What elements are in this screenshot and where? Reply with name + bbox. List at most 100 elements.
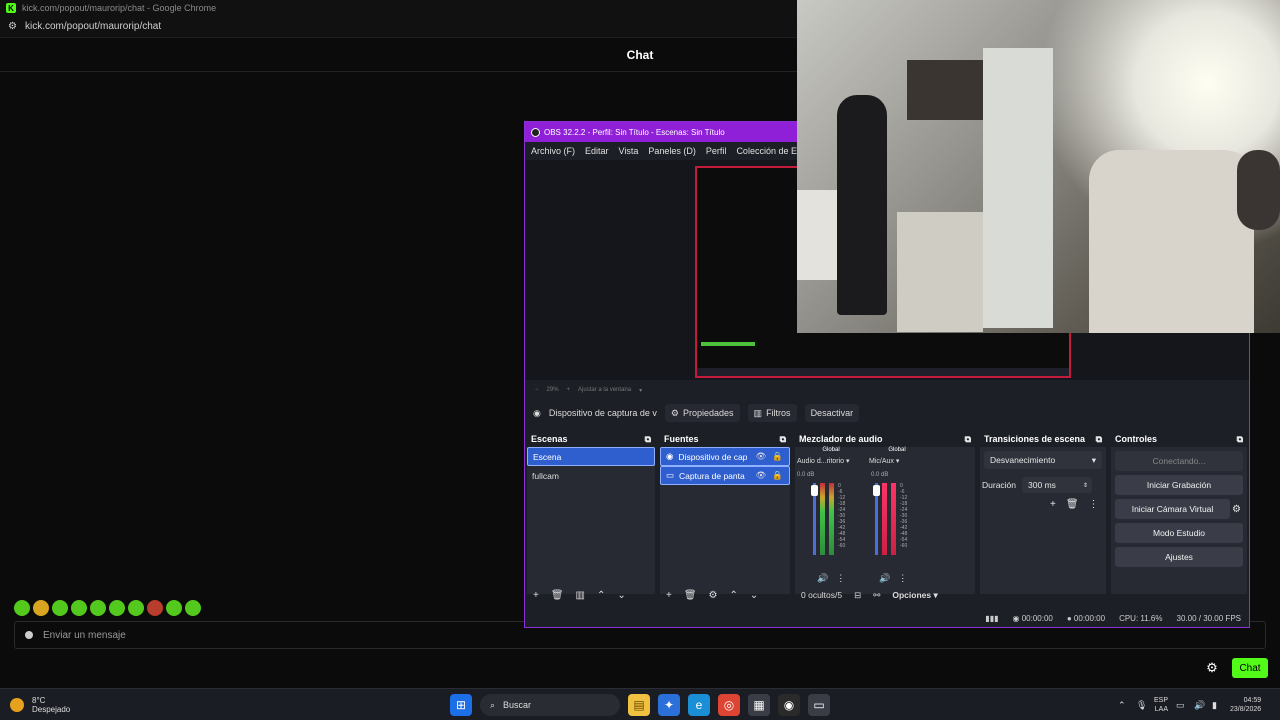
emote-icon[interactable]: [71, 600, 87, 616]
dock-float-icon[interactable]: ⧉: [645, 434, 651, 445]
chat-send-button[interactable]: Chat: [1232, 658, 1268, 678]
move-up-icon[interactable]: ⌃: [730, 590, 738, 601]
lock-icon[interactable]: 🔒: [772, 470, 783, 481]
trash-icon[interactable]: 🗑: [551, 590, 564, 601]
taskbar-apps: ⊞ ⌕ Buscar ▤ ✦ e ◎ ▦ ◉ ▭: [450, 692, 830, 718]
weather-condition: Despejado: [32, 705, 71, 714]
microphone-icon[interactable]: 🎙: [1136, 700, 1147, 710]
start-menu-icon[interactable]: ⊞: [450, 694, 472, 716]
copilot-icon[interactable]: ✦: [658, 694, 680, 716]
site-info-icon[interactable]: ⚙: [8, 21, 17, 32]
taskbar-search[interactable]: ⌕ Buscar: [480, 694, 620, 716]
emote-icon[interactable]: [109, 600, 125, 616]
more-icon[interactable]: ⋮: [1089, 499, 1099, 510]
dock-float-icon[interactable]: ⧉: [780, 434, 786, 445]
edge-icon[interactable]: e: [688, 694, 710, 716]
filter-icon[interactable]: ▥: [576, 590, 585, 601]
obs-icon[interactable]: ◉: [778, 694, 800, 716]
source-item-capture-device[interactable]: ◉ Dispositivo de cap 👁 🔒: [660, 447, 790, 466]
chat-mode-icon[interactable]: [25, 631, 33, 639]
emote-icon[interactable]: [128, 600, 144, 616]
scenes-list: Escena fullcam: [527, 447, 655, 594]
chrome-icon[interactable]: ◎: [718, 694, 740, 716]
language-indicator[interactable]: ESP LAA: [1154, 696, 1168, 714]
clock[interactable]: 04:59 23/8/2026: [1230, 696, 1261, 714]
fader-knob[interactable]: [811, 485, 818, 496]
menu-vista[interactable]: Vista: [619, 146, 639, 156]
chevron-down-icon[interactable]: ▾: [639, 387, 642, 394]
trash-icon[interactable]: 🗑: [684, 590, 697, 601]
channel-menu-icon[interactable]: ⋮: [898, 573, 907, 584]
studio-mode-button[interactable]: Modo Estudio: [1115, 523, 1243, 543]
zoom-out-icon[interactable]: −: [535, 387, 539, 393]
start-virtual-camera-button[interactable]: Iniciar Cámara Virtual: [1115, 499, 1231, 519]
weather-widget[interactable]: 8°C Despejado: [10, 692, 70, 718]
link-icon[interactable]: ⚯: [873, 590, 880, 601]
transition-select[interactable]: Desvanecimiento ▾: [984, 451, 1102, 469]
volume-fader[interactable]: [811, 483, 818, 555]
settings-button[interactable]: Ajustes: [1115, 547, 1243, 567]
channel-name[interactable]: Mic/Aux ▾: [869, 457, 929, 465]
menu-paneles[interactable]: Paneles (D): [648, 146, 696, 156]
eye-icon[interactable]: 👁: [756, 470, 767, 481]
emote-icon[interactable]: [90, 600, 106, 616]
channel-1-meter: 0 -6 -12 -18 -24 -30 -36 -42 -48 -54 -60: [811, 483, 845, 555]
window-icon[interactable]: ▭: [808, 694, 830, 716]
menu-perfil[interactable]: Perfil: [706, 146, 727, 156]
fader-knob[interactable]: [873, 485, 880, 496]
move-down-icon[interactable]: ⌄: [750, 590, 758, 601]
emote-icon[interactable]: [147, 600, 163, 616]
chat-settings-gear-icon[interactable]: ⚙: [1204, 660, 1220, 676]
file-explorer-icon[interactable]: ▤: [628, 694, 650, 716]
layout-icon[interactable]: ⊟: [854, 590, 861, 601]
dock-float-icon[interactable]: ⧉: [965, 434, 971, 445]
emote-icon[interactable]: [14, 600, 30, 616]
scene-item-fullcam[interactable]: fullcam: [527, 466, 655, 485]
scene-item-escena[interactable]: Escena: [527, 447, 655, 466]
move-down-icon[interactable]: ⌄: [617, 590, 625, 601]
channel-name[interactable]: Audio d...ritorio ▾: [797, 457, 865, 465]
zoom-in-icon[interactable]: +: [567, 387, 571, 393]
battery-icon[interactable]: ▮: [1212, 700, 1222, 710]
menu-editar[interactable]: Editar: [585, 146, 609, 156]
dock-float-icon[interactable]: ⧉: [1237, 434, 1243, 445]
duration-input[interactable]: 300 ms ⇕: [1022, 477, 1093, 493]
system-tray: ⌃ 🎙 ESP LAA ▭ 🔊 ▮ 04:59 23/8/2026: [1118, 692, 1261, 718]
volume-fader[interactable]: [873, 483, 880, 555]
source-item-screen-capture[interactable]: ▭ Captura de panta 👁 🔒: [660, 466, 790, 485]
gear-icon: ⚙: [670, 407, 679, 418]
display-icon[interactable]: ▭: [1176, 700, 1186, 710]
channel-menu-icon[interactable]: ⋮: [836, 573, 845, 584]
add-icon[interactable]: +: [666, 590, 672, 601]
speaker-icon[interactable]: 🔊: [1194, 700, 1205, 710]
channel-name-text: Audio d...ritorio: [797, 458, 845, 465]
move-up-icon[interactable]: ⌃: [597, 590, 605, 601]
fit-to-window[interactable]: Ajustar a la ventana: [578, 387, 631, 393]
chevron-up-icon[interactable]: ⌃: [1118, 700, 1128, 710]
virtual-camera-gear-icon[interactable]: ⚙: [1232, 504, 1241, 515]
url-text[interactable]: kick.com/popout/maurorip/chat: [25, 21, 161, 32]
emote-icon[interactable]: [33, 600, 49, 616]
add-icon[interactable]: +: [533, 590, 539, 601]
gear-icon[interactable]: ⚙: [709, 590, 718, 601]
start-recording-button[interactable]: Iniciar Grabación: [1115, 475, 1243, 495]
stream-connecting-button[interactable]: Conectando...: [1115, 451, 1243, 471]
eye-icon[interactable]: 👁: [756, 451, 767, 462]
options-button[interactable]: Opciones ▾: [892, 590, 937, 601]
emote-icon[interactable]: [166, 600, 182, 616]
menu-archivo[interactable]: Archivo (F): [531, 146, 575, 156]
deactivate-button[interactable]: Desactivar: [804, 404, 860, 422]
lock-icon[interactable]: 🔒: [772, 451, 783, 462]
filters-button[interactable]: ▥ Filtros: [747, 404, 797, 422]
store-icon[interactable]: ▦: [748, 694, 770, 716]
speaker-icon[interactable]: 🔊: [879, 573, 890, 584]
emote-icon[interactable]: [52, 600, 68, 616]
chat-input-placeholder[interactable]: Enviar un mensaje: [43, 630, 126, 641]
add-icon[interactable]: +: [1050, 499, 1056, 510]
properties-button[interactable]: ⚙ Propiedades: [664, 404, 740, 422]
speaker-icon[interactable]: 🔊: [817, 573, 828, 584]
address-bar[interactable]: ⚙ kick.com/popout/maurorip/chat: [0, 16, 800, 38]
dock-float-icon[interactable]: ⧉: [1096, 434, 1102, 445]
emote-icon[interactable]: [185, 600, 201, 616]
trash-icon[interactable]: 🗑: [1066, 499, 1079, 510]
